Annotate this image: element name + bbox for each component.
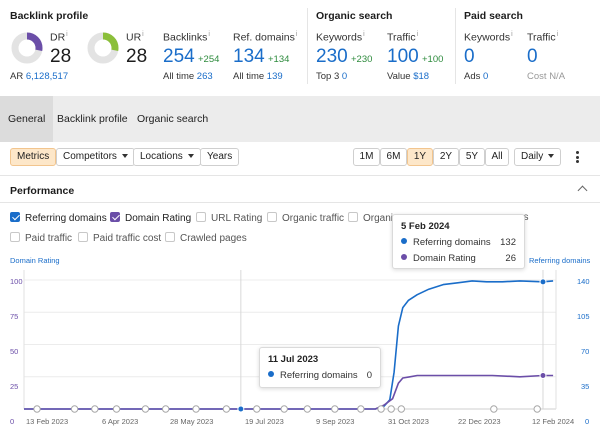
series-dot-icon <box>401 238 407 244</box>
series-dot-icon <box>268 371 274 377</box>
tooltip-row: Referring domains <box>268 370 358 381</box>
hover-point <box>539 371 547 379</box>
chart-tooltip: 5 Feb 2024 Referring domains 132 Domain … <box>392 214 525 269</box>
annotation-marker-icon <box>253 405 261 413</box>
annotation-marker-icon <box>303 405 312 413</box>
annotation-marker-icon <box>70 405 79 413</box>
x-tick-label: 31 Oct 2023 <box>388 417 429 426</box>
chart-tooltip: 11 Jul 2023 Referring domains 0 <box>259 347 381 388</box>
annotation-marker-icon <box>357 405 365 413</box>
x-tick-label: 9 Sep 2023 <box>316 417 355 426</box>
annotation-marker-icon <box>377 405 385 413</box>
annotation-marker-icon <box>33 405 41 413</box>
annotation-marker-icon <box>387 405 395 413</box>
tooltip-date: 5 Feb 2024 <box>401 221 450 232</box>
x-tick-label: 6 Apr 2023 <box>102 417 139 426</box>
hover-point <box>237 405 245 413</box>
series-dot-icon <box>401 254 407 260</box>
annotation-marker-icon <box>192 405 200 413</box>
tooltip-date: 11 Jul 2023 <box>268 354 319 365</box>
tooltip-value: 26 <box>505 253 516 264</box>
annotation-marker-icon <box>141 405 150 413</box>
x-tick-label: 13 Feb 2023 <box>26 417 69 426</box>
hover-point <box>539 278 547 286</box>
tooltip-row: Domain Rating <box>401 253 476 264</box>
x-tick-label: 28 May 2023 <box>170 417 214 426</box>
annotation-marker-icon <box>490 405 498 413</box>
x-tick-label: 12 Feb 2024 <box>532 417 575 426</box>
annotation-marker-icon <box>112 405 121 413</box>
annotation-marker-icon <box>331 405 339 413</box>
annotation-marker-icon <box>397 405 406 413</box>
x-tick-label: 19 Jul 2023 <box>245 417 284 426</box>
annotation-marker-icon <box>222 405 231 413</box>
annotation-marker-icon <box>161 405 170 413</box>
annotation-marker-icon <box>280 405 288 413</box>
annotation-marker-icon <box>533 405 541 413</box>
annotation-marker-icon <box>91 405 99 413</box>
x-tick-label: 22 Dec 2023 <box>458 417 501 426</box>
tooltip-row: Referring domains <box>401 237 491 248</box>
tooltip-value: 132 <box>500 237 516 248</box>
tooltip-value: 0 <box>366 370 372 381</box>
